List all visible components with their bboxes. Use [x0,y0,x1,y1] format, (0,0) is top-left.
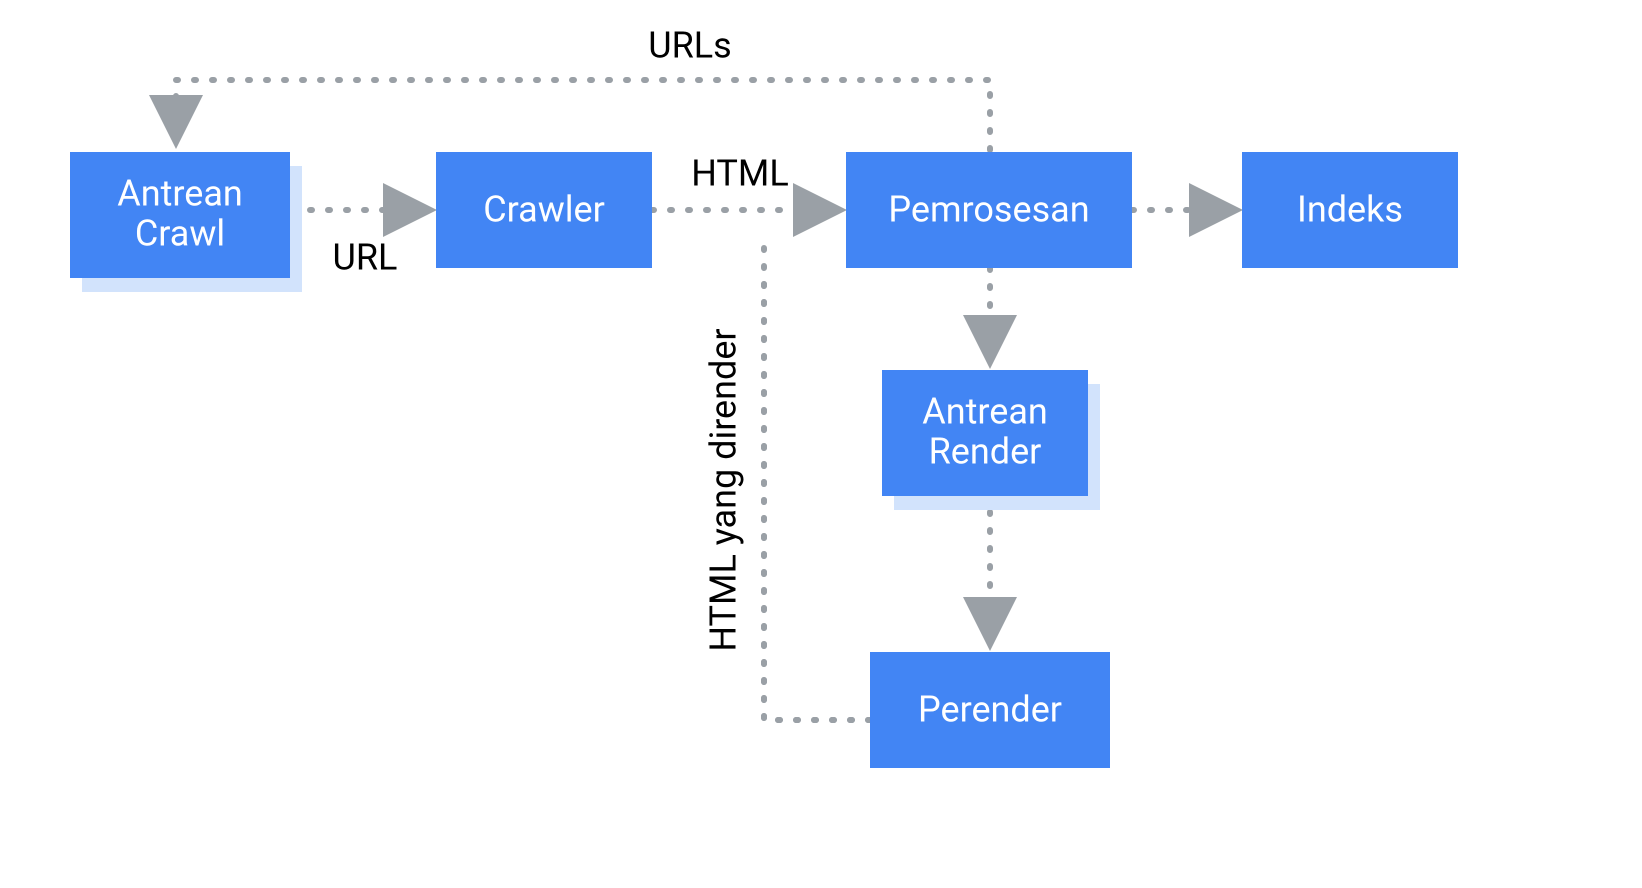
edge-label-html: HTML [691,153,788,195]
node-renderer: Perender [870,652,1110,768]
node-crawler: Crawler [436,152,652,268]
node-render-queue-label-1: Antrean [922,391,1048,433]
node-crawler-label: Crawler [483,189,605,231]
edge-processing-to-crawlq [176,80,990,150]
edge-renderer-to-processing-arrow [764,230,870,720]
node-index: Indeks [1242,152,1458,268]
edge-label-urls: URLs [648,25,732,67]
node-crawl-queue-label-1: Antrean [117,173,243,215]
node-render-queue-label-2: Render [929,431,1042,473]
node-processing: Pemrosesan [846,152,1132,268]
node-crawl-queue-label-2: Crawl [135,213,225,255]
edge-label-url: URL [333,237,398,279]
node-crawl-queue: Antrean Crawl [70,152,302,292]
node-index-label: Indeks [1297,189,1403,231]
node-render-queue: Antrean Render [882,370,1100,510]
edge-label-rendered-html: HTML yang dirender [703,328,745,651]
edge-renderer-to-processing-main [764,232,870,720]
edge-renderer-to-processing [764,268,870,720]
diagram-canvas: Antrean Crawl Crawler Pemrosesan Indeks … [0,0,1642,888]
node-renderer-label: Perender [918,689,1062,731]
node-processing-label: Pemrosesan [888,189,1089,231]
